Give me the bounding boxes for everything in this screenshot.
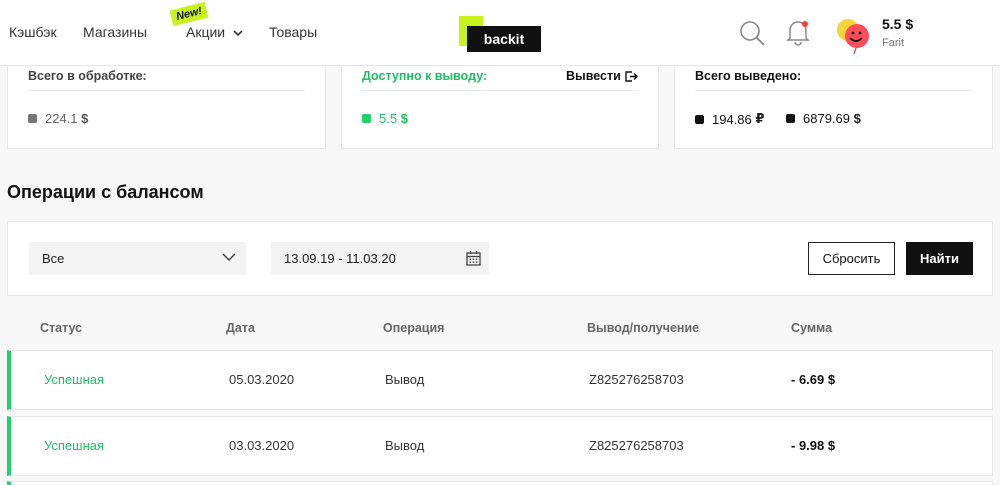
section-title: Операции с балансом (7, 182, 204, 202)
logo[interactable]: backit (459, 16, 541, 52)
row-date: 03.03.2020 (229, 438, 295, 453)
processing-value: 224.1 $ (28, 111, 88, 126)
processing-currency: $ (81, 111, 89, 126)
withdrawn-marker (786, 114, 795, 123)
column-header-date[interactable]: Дата (226, 321, 255, 335)
table-row[interactable]: Успешная 03.03.2020 Вывод Z825276258703 … (7, 416, 993, 476)
withdrawn-marker (695, 114, 704, 124)
filter-panel: Все Сбросить Найти (7, 221, 993, 296)
row-account: Z825276258703 (589, 438, 684, 453)
operation-type-select[interactable]: Все (29, 242, 246, 275)
withdrawn-rub-amount: 194.86 (712, 111, 752, 127)
withdrawn-card: Всего выведено: 194.86 ₽ 6879.69 $ (674, 66, 993, 149)
withdraw-link[interactable]: Вывести (566, 69, 638, 83)
row-sum: - 6.69 $ (791, 372, 836, 387)
table-row[interactable]: Успешная 05.03.2020 Вывод Z825276258703 … (7, 350, 993, 410)
exit-icon (625, 70, 638, 82)
withdrawn-usd-currency: $ (853, 111, 861, 126)
column-header-status[interactable]: Статус (40, 321, 82, 335)
table-row[interactable] (7, 481, 993, 485)
available-label: Доступно к выводу: (362, 69, 488, 83)
withdraw-label: Вывести (566, 69, 621, 83)
date-range-input[interactable] (271, 242, 489, 275)
available-currency: $ (400, 111, 408, 126)
withdrawn-usd-amount: 6879.69 (803, 111, 850, 126)
avatar[interactable] (834, 14, 874, 54)
available-amount: 5.5 (379, 111, 398, 126)
logo-text: backit (467, 26, 541, 52)
withdrawn-label: Всего выведено: (695, 69, 802, 83)
column-header-operation[interactable]: Операция (383, 321, 444, 335)
withdrawn-rub-currency: ₽ (755, 111, 765, 126)
chevron-down-icon (233, 30, 243, 36)
row-account: Z825276258703 (589, 372, 684, 387)
calendar-icon[interactable] (466, 250, 481, 266)
column-header-account[interactable]: Вывод/получение (587, 321, 699, 335)
processing-card: Всего в обработке: 224.1 $ (7, 66, 326, 149)
chevron-down-icon (222, 253, 236, 262)
divider (28, 90, 305, 91)
bell-icon[interactable] (786, 18, 810, 46)
nav-item-shops[interactable]: Магазины (83, 24, 147, 40)
nav-item-products[interactable]: Товары (269, 24, 317, 40)
row-sum: - 9.98 $ (791, 438, 836, 453)
processing-label: Всего в обработке: (28, 69, 147, 83)
nav-item-promotions-label: Акции (186, 24, 226, 40)
available-marker (362, 114, 371, 123)
withdrawn-rub: 194.86 ₽ (695, 111, 764, 127)
user-name[interactable]: Farit (882, 37, 904, 49)
available-value: 5.5 $ (362, 111, 408, 126)
row-status: Успешная (44, 438, 105, 453)
divider (362, 90, 639, 91)
processing-amount: 224.1 (45, 111, 78, 126)
find-button[interactable]: Найти (906, 242, 973, 275)
column-header-sum[interactable]: Сумма (791, 321, 832, 335)
new-badge: New! (169, 1, 209, 27)
row-operation: Вывод (385, 372, 425, 387)
row-date: 05.03.2020 (229, 372, 295, 387)
nav-item-promotions[interactable]: Акции (186, 24, 243, 40)
withdrawn-usd: 6879.69 $ (786, 111, 861, 126)
header: Кэшбэк Магазины Акции New! Товары backit… (0, 0, 1000, 66)
divider (695, 90, 972, 91)
nav-item-cashback[interactable]: Кэшбэк (9, 24, 57, 40)
processing-marker (28, 114, 37, 123)
reset-button[interactable]: Сбросить (808, 242, 895, 275)
available-card: Доступно к выводу: Вывести 5.5 $ (341, 66, 659, 149)
user-balance[interactable]: 5.5 $ (882, 16, 913, 32)
row-status: Успешная (44, 372, 105, 387)
row-operation: Вывод (385, 438, 425, 453)
operation-type-value: Все (42, 251, 65, 266)
search-icon[interactable] (739, 20, 766, 47)
